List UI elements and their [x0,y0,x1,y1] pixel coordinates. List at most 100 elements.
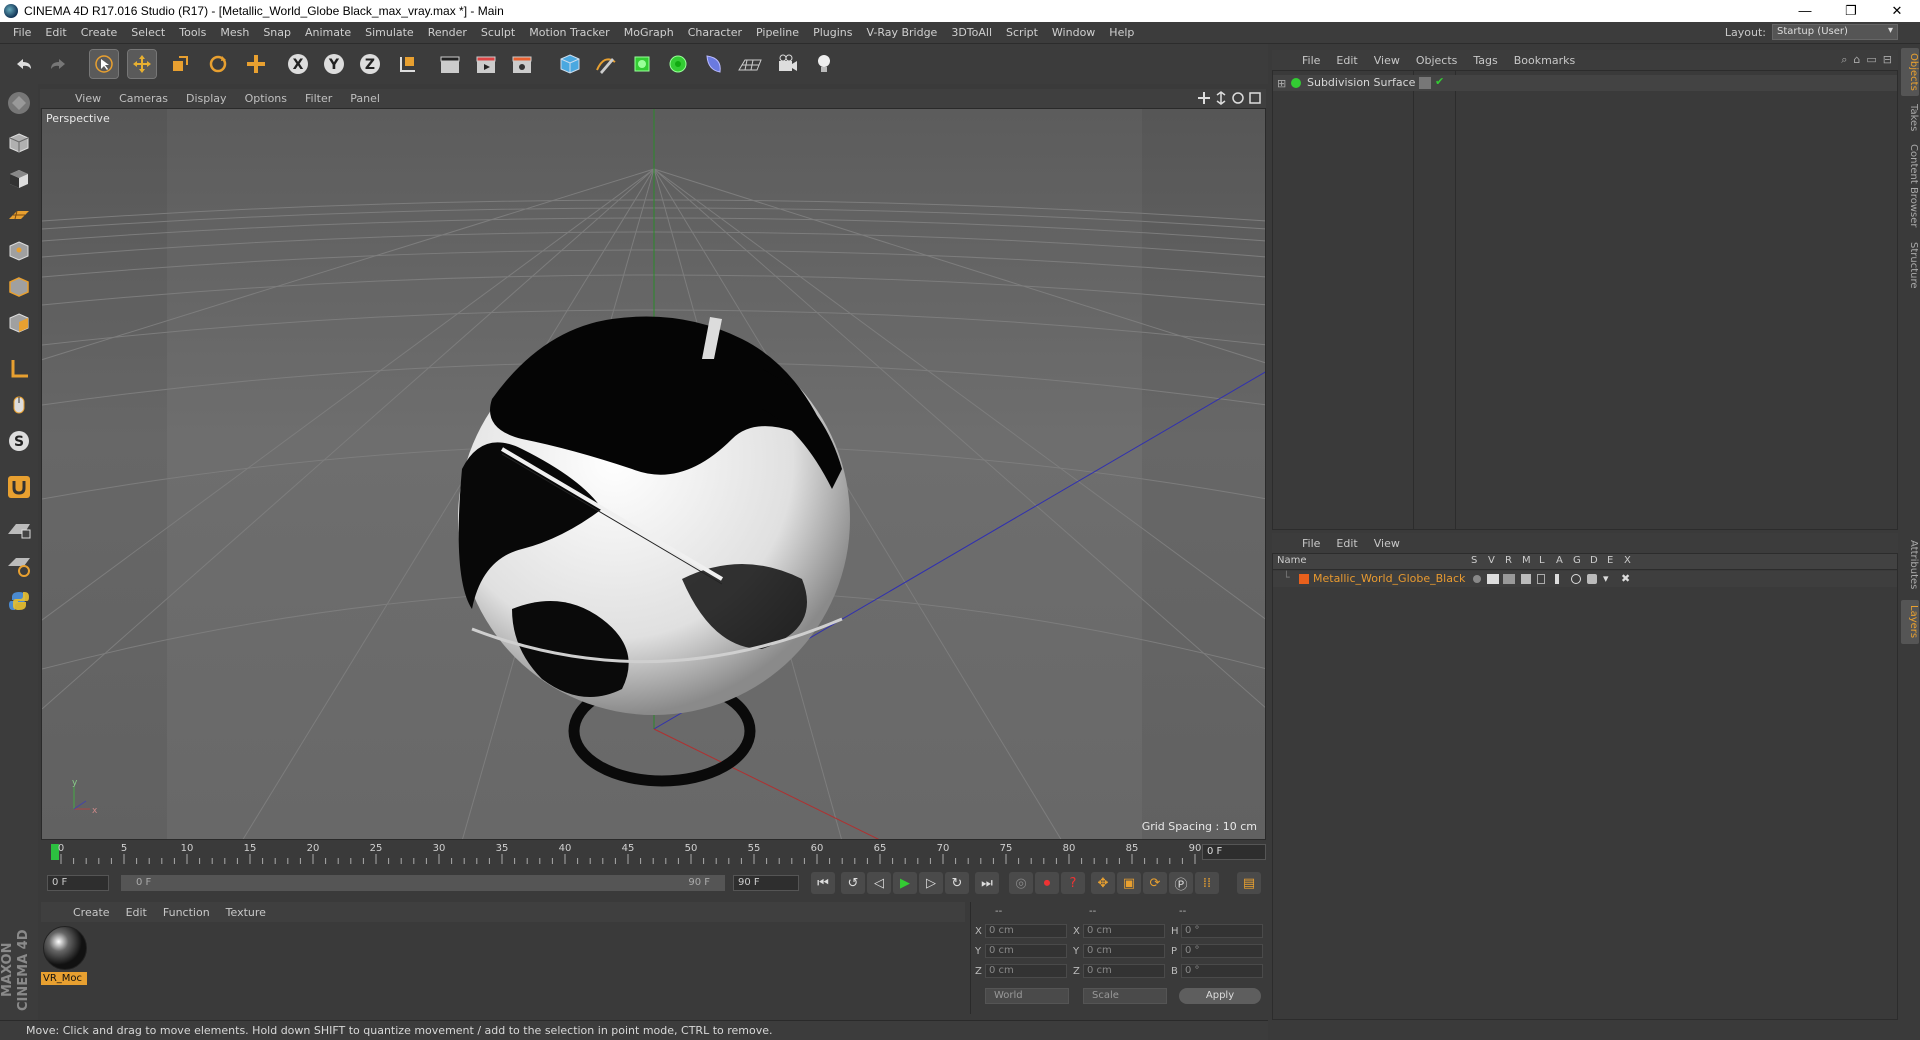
tab-layers[interactable]: Layers [1901,600,1919,644]
rotation-b-field[interactable]: 0 ° [1181,964,1263,978]
next-key-button[interactable]: ↻ [945,872,969,894]
menu-file[interactable]: File [6,26,38,39]
layout-dropdown[interactable]: Startup (User) [1772,24,1898,40]
menu-plugins[interactable]: Plugins [806,26,859,39]
viewport-menu-display[interactable]: Display [177,92,236,105]
column-name[interactable]: Name [1277,555,1307,566]
menu-animate[interactable]: Animate [298,26,358,39]
autokeying-button[interactable]: ? [1061,872,1085,894]
python-button[interactable] [4,586,34,616]
size-y-field[interactable]: 0 cm [1083,944,1165,958]
menu-edit[interactable]: Edit [38,26,73,39]
redo-button[interactable] [44,50,72,78]
move-tool[interactable] [127,49,157,79]
previous-key-button[interactable]: ↺ [841,872,865,894]
viewport-rotate-icon[interactable] [1231,91,1245,105]
home-icon[interactable]: ⌂ [1853,53,1860,67]
material-menu-create[interactable]: Create [65,906,118,919]
rotate-tool[interactable] [204,50,232,78]
column-view[interactable]: V [1488,555,1495,566]
column-deformers[interactable]: D [1590,555,1598,566]
layers-menu-file[interactable]: File [1294,537,1328,550]
record-keys-button[interactable]: ⏺ [1035,872,1059,894]
menu-help[interactable]: Help [1102,26,1141,39]
object-row[interactable]: ⊞ Subdivision Surface ✔ [1273,75,1897,91]
menu-window[interactable]: Window [1045,26,1102,39]
viewport-menu-options[interactable]: Options [236,92,296,105]
tab-attributes[interactable]: Attributes [1901,534,1919,596]
workplane-mode-button[interactable] [4,200,34,230]
menu-mesh[interactable]: Mesh [213,26,256,39]
column-manager[interactable]: M [1522,555,1531,566]
render-settings-button[interactable] [508,50,536,78]
minimize-button[interactable]: — [1782,0,1828,22]
column-generators[interactable]: G [1573,555,1581,566]
layer-color-swatch[interactable] [1299,574,1309,584]
undo-button[interactable] [10,50,38,78]
menu-sculpt[interactable]: Sculpt [474,26,522,39]
last-used-tool[interactable] [242,50,270,78]
editor-visibility-icon[interactable] [1419,77,1431,89]
tweak-mode-button[interactable] [4,390,34,420]
planar-workplane-button[interactable] [4,550,34,580]
play-forward-button[interactable]: ▶ [893,872,917,894]
viewport-move-icon[interactable] [1197,91,1211,105]
viewport-zoom-icon[interactable] [1214,91,1228,105]
coordinate-system-toggle[interactable] [394,50,422,78]
expand-toggle-icon[interactable]: ⊞ [1277,77,1286,90]
go-to-end-button[interactable]: ⏭ [975,872,999,894]
animation-icon[interactable] [1555,574,1559,584]
lock-icon[interactable] [1537,574,1545,584]
material-menu-function[interactable]: Function [155,906,218,919]
key-parameter-toggle[interactable]: Ⓟ [1169,872,1193,894]
y-axis-lock[interactable]: Y [320,50,348,78]
material-menu-edit[interactable]: Edit [118,906,155,919]
column-xref[interactable]: X [1624,555,1631,566]
next-frame-button[interactable]: ▷ [919,872,943,894]
search-icon[interactable]: ⌕ [1841,53,1847,67]
z-axis-lock[interactable]: Z [356,50,384,78]
rotation-h-field[interactable]: 0 ° [1181,924,1263,938]
motion-path-button[interactable]: ◎ [1009,872,1033,894]
objects-menu-file[interactable]: File [1294,54,1328,67]
size-z-field[interactable]: 0 cm [1083,964,1165,978]
menu-motion-tracker[interactable]: Motion Tracker [522,26,616,39]
menu-mograph[interactable]: MoGraph [617,26,681,39]
lock-workplane-button[interactable] [4,514,34,544]
position-z-field[interactable]: 0 cm [985,964,1067,978]
points-mode-button[interactable] [4,236,34,266]
add-spline-button[interactable] [592,50,620,78]
apply-button[interactable]: Apply [1179,988,1261,1004]
snap-toggle-button[interactable] [4,472,34,502]
column-render[interactable]: R [1505,555,1512,566]
viewport-menu-cameras[interactable]: Cameras [110,92,177,105]
rotation-p-field[interactable]: 0 ° [1181,944,1263,958]
scale-tool[interactable] [166,50,194,78]
model-mode-button[interactable] [4,128,34,158]
solo-mode-button[interactable]: S [4,426,34,456]
go-to-start-button[interactable]: ⏮ [811,872,835,894]
key-scale-toggle[interactable]: ▣ [1117,872,1141,894]
menu-character[interactable]: Character [681,26,749,39]
perspective-viewport[interactable]: y x Perspective Grid Spacing : 10 cm [41,108,1266,840]
live-selection-tool[interactable] [89,49,119,79]
axis-mode-button[interactable] [4,354,34,384]
coordinate-space-dropdown[interactable]: World [985,988,1069,1004]
tab-content-browser[interactable]: Content Browser [1901,140,1919,232]
add-deformer-button[interactable] [700,50,728,78]
add-camera-button[interactable] [774,50,802,78]
layer-row[interactable]: └ Metallic_World_Globe_Black ▾ ✖ [1273,571,1897,587]
x-axis-lock[interactable]: X [284,50,312,78]
edges-mode-button[interactable] [4,272,34,302]
column-lock[interactable]: L [1539,555,1545,566]
menu-vray-bridge[interactable]: V-Ray Bridge [859,26,944,39]
objects-menu-view[interactable]: View [1366,54,1408,67]
start-frame-field[interactable]: 0 F [47,875,109,891]
viewport-menu-panel[interactable]: Panel [341,92,389,105]
material-menu-texture[interactable]: Texture [218,906,274,919]
tab-structure[interactable]: Structure [1901,236,1919,294]
menu-snap[interactable]: Snap [256,26,298,39]
menu-tools[interactable]: Tools [172,26,213,39]
new-window-icon[interactable]: ▭ [1866,53,1876,67]
position-x-field[interactable]: 0 cm [985,924,1067,938]
